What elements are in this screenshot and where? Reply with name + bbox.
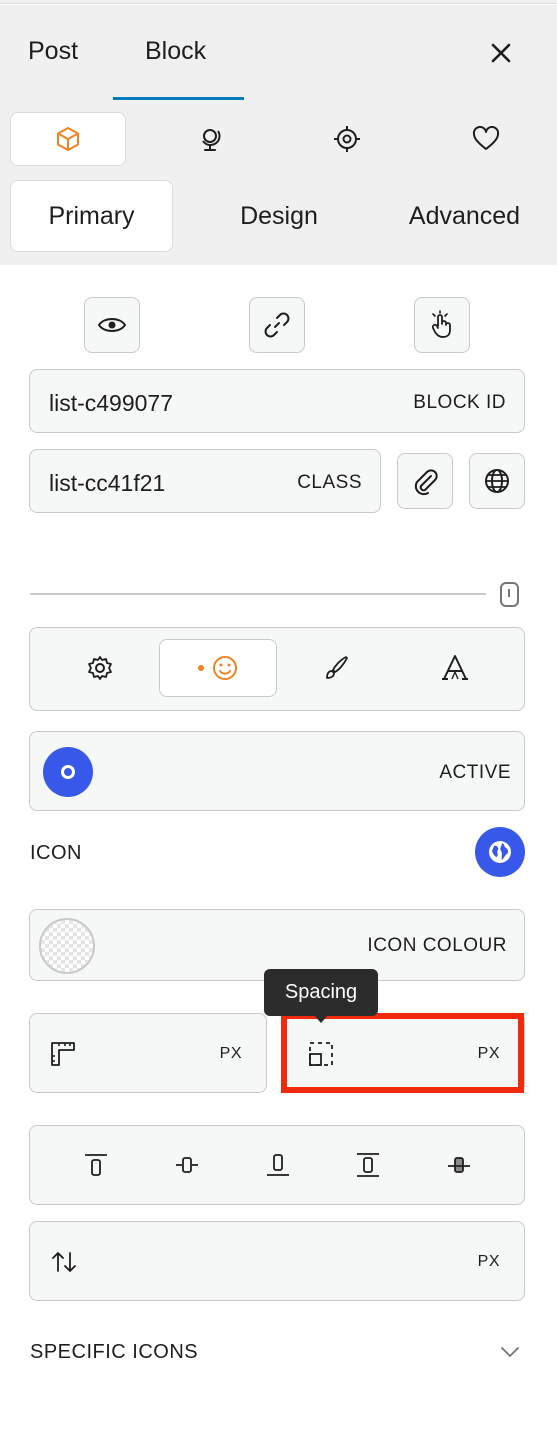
- align-top-button[interactable]: [79, 1148, 113, 1182]
- tab-design[interactable]: Design: [198, 180, 360, 252]
- tab-block[interactable]: Block: [145, 37, 206, 66]
- icon-size-field[interactable]: PX: [29, 1013, 267, 1093]
- interaction-button[interactable]: [414, 297, 470, 353]
- hand-pointer-icon: [431, 310, 451, 338]
- tab-primary[interactable]: Primary: [10, 180, 173, 252]
- align-baseline-button[interactable]: [442, 1148, 476, 1182]
- ruler-icon: [51, 1042, 75, 1066]
- active-toggle[interactable]: [43, 747, 93, 797]
- active-tab-indicator: [113, 97, 244, 100]
- active-label: ACTIVE: [439, 762, 511, 783]
- vertical-offset-field[interactable]: PX: [29, 1221, 525, 1301]
- globe-icon: [485, 469, 509, 493]
- sub-tab-settings[interactable]: [41, 639, 159, 697]
- align-top-icon: [85, 1154, 107, 1176]
- attach-button[interactable]: [397, 453, 453, 509]
- link-button[interactable]: [249, 297, 305, 353]
- align-stretch-icon: [357, 1153, 379, 1177]
- resize-handle[interactable]: [500, 582, 519, 607]
- globe-icon: [489, 841, 511, 863]
- globe-stand-icon: [202, 129, 221, 151]
- block-id-label: BLOCK ID: [413, 392, 506, 413]
- icon-section-label: ICON: [30, 842, 82, 864]
- class-field[interactable]: list-cc41f21 CLASS: [29, 449, 381, 513]
- highlight-box: [281, 1013, 524, 1093]
- active-state-row: ACTIVE: [29, 731, 525, 811]
- icon-tab-blocks[interactable]: [10, 112, 126, 166]
- sub-tab-icon[interactable]: [159, 639, 277, 697]
- tab-advanced[interactable]: Advanced: [392, 180, 537, 252]
- eye-icon: [97, 318, 127, 332]
- align-bottom-button[interactable]: [261, 1148, 295, 1182]
- visibility-button[interactable]: [84, 297, 140, 353]
- smiley-icon: [198, 656, 237, 680]
- radio-dot-icon: [61, 765, 75, 779]
- gear-icon: [88, 656, 112, 680]
- align-baseline-icon: [448, 1157, 470, 1173]
- icon-library-button[interactable]: [475, 827, 525, 877]
- icon-colour-label: ICON COLOUR: [367, 935, 507, 956]
- sub-tab-style[interactable]: [277, 639, 395, 697]
- chevron-down-icon: [501, 1347, 519, 1357]
- icon-tab-target[interactable]: [289, 112, 405, 166]
- alignment-row: [29, 1125, 525, 1205]
- spacing-tooltip: Spacing: [264, 969, 378, 1016]
- heart-icon: [472, 126, 500, 150]
- tooltip-arrow: [313, 1014, 329, 1023]
- paperclip-icon: [414, 469, 438, 496]
- specific-icons-label[interactable]: SPECIFIC ICONS: [30, 1341, 198, 1364]
- class-label: CLASS: [297, 472, 362, 493]
- tab-post[interactable]: Post: [28, 37, 78, 66]
- align-center-icon: [176, 1157, 198, 1173]
- vertical-unit[interactable]: PX: [478, 1253, 500, 1271]
- typography-icon: [442, 655, 468, 680]
- class-value: list-cc41f21: [49, 470, 166, 496]
- brush-icon: [326, 656, 348, 679]
- target-icon: [334, 126, 360, 152]
- block-id-field[interactable]: list-c499077 BLOCK ID: [29, 369, 525, 433]
- top-border: [0, 0, 557, 4]
- up-down-arrows-icon: [52, 1252, 76, 1272]
- handle-grip: [508, 589, 510, 597]
- style-tabs: [29, 627, 525, 711]
- block-id-value: list-c499077: [49, 390, 174, 416]
- align-bottom-icon: [267, 1154, 289, 1176]
- specific-icons-toggle[interactable]: [498, 1340, 522, 1364]
- section-divider: [30, 593, 486, 595]
- icon-tab-global[interactable]: [152, 112, 268, 166]
- color-swatch[interactable]: [39, 918, 95, 974]
- link-icon: [264, 312, 290, 338]
- icon-tab-favorites[interactable]: [428, 112, 544, 166]
- size-unit[interactable]: PX: [220, 1045, 242, 1063]
- close-button[interactable]: [484, 36, 518, 70]
- cube-icon: [57, 127, 79, 151]
- sub-tab-typography[interactable]: [396, 639, 514, 697]
- align-center-button[interactable]: [170, 1148, 204, 1182]
- close-icon: [491, 43, 511, 63]
- global-class-button[interactable]: [469, 453, 525, 509]
- align-stretch-button[interactable]: [351, 1148, 385, 1182]
